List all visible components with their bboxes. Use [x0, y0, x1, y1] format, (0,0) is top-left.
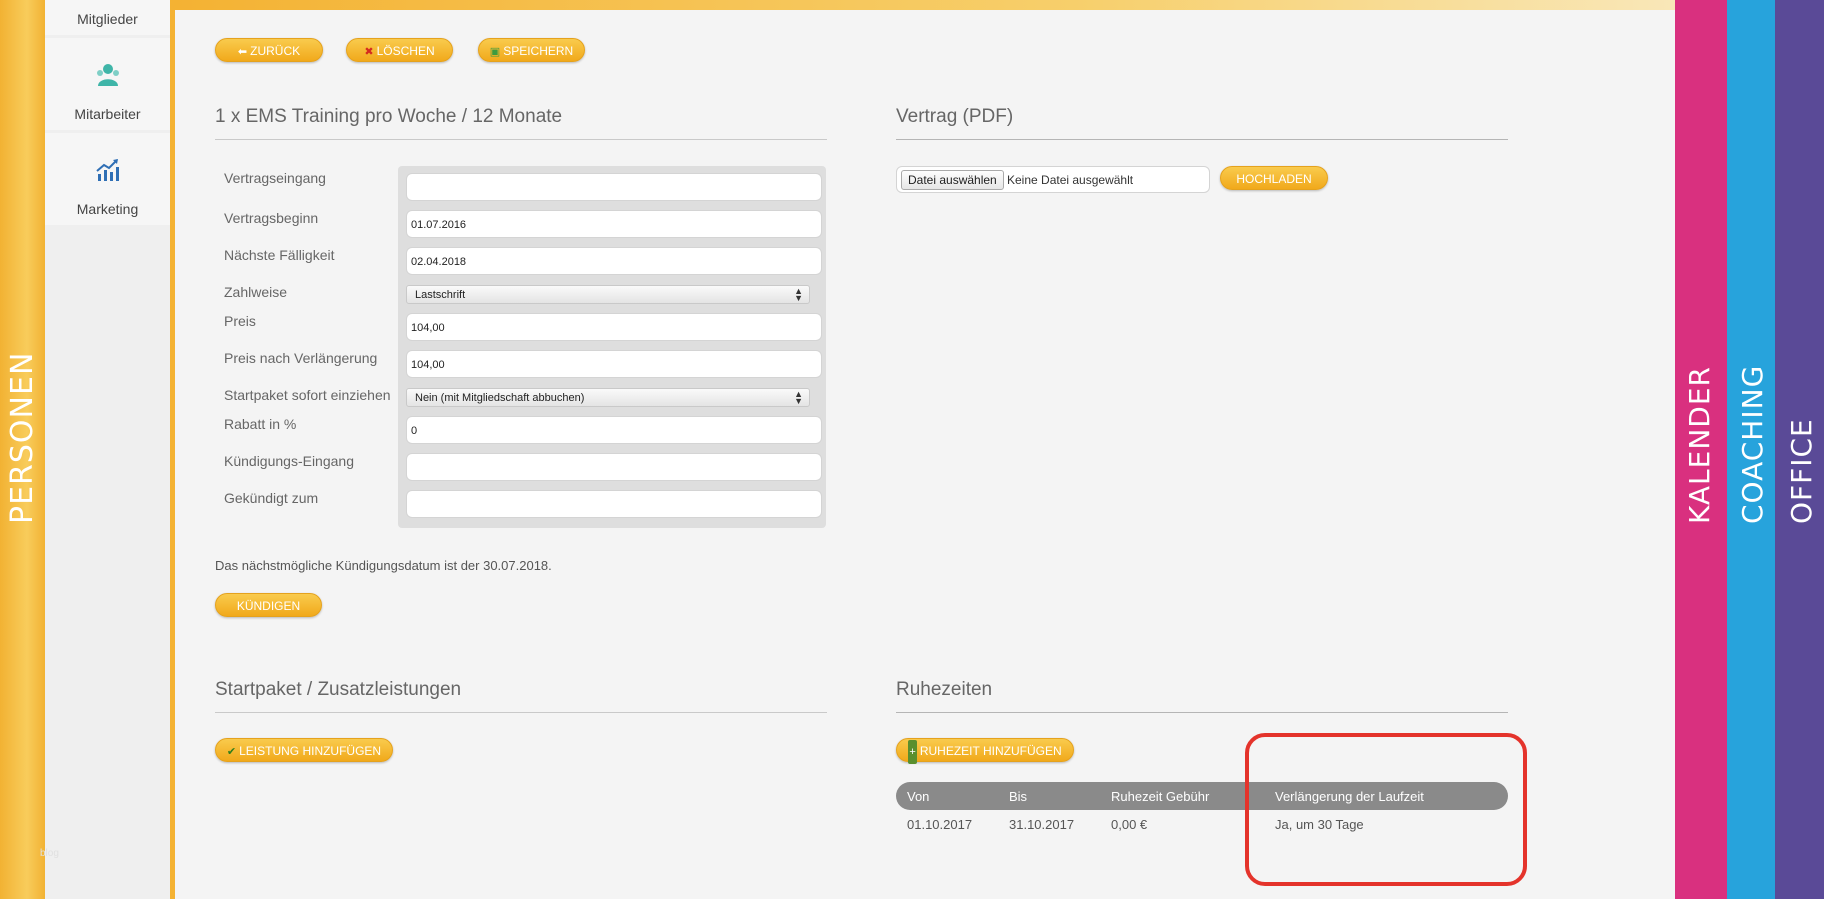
back-button[interactable]: ⬅ ZURÜCK: [215, 38, 323, 62]
sidebar-item-mitglieder[interactable]: Mitglieder: [45, 0, 170, 35]
startpaket-title: Startpaket / Zusatzleistungen: [215, 679, 462, 700]
sidebar-footer: blog: [40, 848, 59, 859]
field-label-vertragsbeginn: Vertragsbeginn: [224, 210, 319, 226]
field-label-kuendigungseingang: Kündigungs-Eingang: [224, 453, 354, 469]
coaching-tab-label: COACHING: [1736, 364, 1769, 524]
kalender-tab-label: KALENDER: [1683, 366, 1716, 524]
select-arrows-icon: ▲ ▼: [794, 286, 803, 303]
kuendigungseingang-input[interactable]: [406, 453, 822, 481]
field-label-startpaket: Startpaket sofort einziehen: [224, 387, 391, 403]
pdf-title: Vertrag (PDF): [896, 106, 1014, 127]
field-label-rabatt: Rabatt in %: [224, 416, 297, 432]
select-arrows-icon: ▲ ▼: [794, 389, 803, 406]
add-rest-period-button[interactable]: + RUHEZEIT HINZUFÜGEN: [896, 738, 1074, 764]
cell-gebuehr: 0,00 €: [1111, 817, 1148, 832]
add-service-button[interactable]: ✔ LEISTUNG HINZUFÜGEN: [215, 738, 393, 762]
save-button[interactable]: ▣ SPEICHERN: [478, 38, 585, 62]
vertragseingang-input[interactable]: [406, 173, 822, 201]
office-tab[interactable]: OFFICE: [1775, 0, 1824, 899]
sidebar-item-label: Marketing: [76, 201, 139, 217]
cancel-contract-button[interactable]: KÜNDIGEN: [215, 593, 322, 617]
file-upload-field: Datei auswählen Keine Datei ausgewählt: [896, 166, 1210, 193]
upload-button[interactable]: HOCHLADEN: [1220, 166, 1328, 190]
sidebar: Mitglieder Mitarbeiter Marketing blog: [40, 0, 170, 899]
column-header-von: Von: [907, 789, 930, 804]
ruhezeiten-title-rule: [896, 712, 1508, 713]
gekuendigt-input[interactable]: [406, 490, 822, 518]
zahlweise-select[interactable]: Lastschrift ▲ ▼: [406, 285, 810, 304]
contract-title: 1 x EMS Training pro Woche / 12 Monate: [215, 106, 563, 127]
sidebar-item-label: Mitglieder: [77, 11, 138, 27]
checkmark-icon: ✔: [226, 746, 237, 758]
startpaket-title-rule: [215, 712, 827, 713]
column-header-bis: Bis: [1009, 789, 1028, 804]
plus-icon: +: [908, 740, 917, 764]
cell-von: 01.10.2017: [907, 817, 973, 832]
faelligkeit-input[interactable]: 02.04.2018: [406, 247, 822, 275]
ruhezeiten-title: Ruhezeiten: [896, 679, 993, 700]
contract-title-rule: [215, 139, 827, 140]
staff-icon: [97, 64, 119, 86]
no-file-text: Keine Datei ausgewählt: [1007, 173, 1134, 187]
sidebar-item-mitarbeiter[interactable]: Mitarbeiter: [45, 38, 170, 130]
coaching-tab[interactable]: COACHING: [1727, 0, 1775, 899]
kalender-tab[interactable]: KALENDER: [1675, 0, 1727, 899]
preis-verlaengerung-input[interactable]: 104,00: [406, 350, 822, 378]
column-header-gebuehr: Ruhezeit Gebühr: [1111, 789, 1210, 804]
field-label-faelligkeit: Nächste Fälligkeit: [224, 247, 335, 263]
field-label-vertragseingang: Vertragseingang: [224, 170, 326, 186]
save-icon: ▣: [489, 46, 501, 58]
startpaket-select[interactable]: Nein (mit Mitgliedschaft abbuchen) ▲ ▼: [406, 388, 810, 407]
preis-input[interactable]: 104,00: [406, 313, 822, 341]
field-label-gekuendigt: Gekündigt zum: [224, 490, 319, 506]
personen-tab[interactable]: PERSONEN: [0, 0, 45, 899]
office-tab-label: OFFICE: [1785, 418, 1818, 524]
pdf-title-rule: [896, 139, 1508, 140]
vertragsbeginn-input[interactable]: 01.07.2016: [406, 210, 822, 238]
choose-file-button[interactable]: Datei auswählen: [901, 170, 1004, 190]
field-label-preis: Preis: [224, 313, 256, 329]
cancellation-notice: Das nächstmögliche Kündigungsdatum ist d…: [215, 558, 552, 573]
sidebar-item-label: Mitarbeiter: [74, 106, 141, 122]
arrow-left-icon: ⬅: [237, 46, 248, 58]
top-strip: [175, 0, 1675, 10]
delete-x-icon: ✖: [364, 46, 374, 58]
delete-button[interactable]: ✖ LÖSCHEN: [346, 38, 453, 62]
personen-tab-label: PERSONEN: [5, 351, 40, 524]
highlight-annotation: [1245, 733, 1527, 886]
rabatt-input[interactable]: 0: [406, 416, 822, 444]
chart-trend-icon: [96, 159, 119, 181]
cell-bis: 31.10.2017: [1009, 817, 1075, 832]
field-label-zahlweise: Zahlweise: [224, 284, 288, 300]
field-label-preis-verlaengerung: Preis nach Verlängerung: [224, 350, 378, 366]
sidebar-item-marketing[interactable]: Marketing: [45, 133, 170, 225]
